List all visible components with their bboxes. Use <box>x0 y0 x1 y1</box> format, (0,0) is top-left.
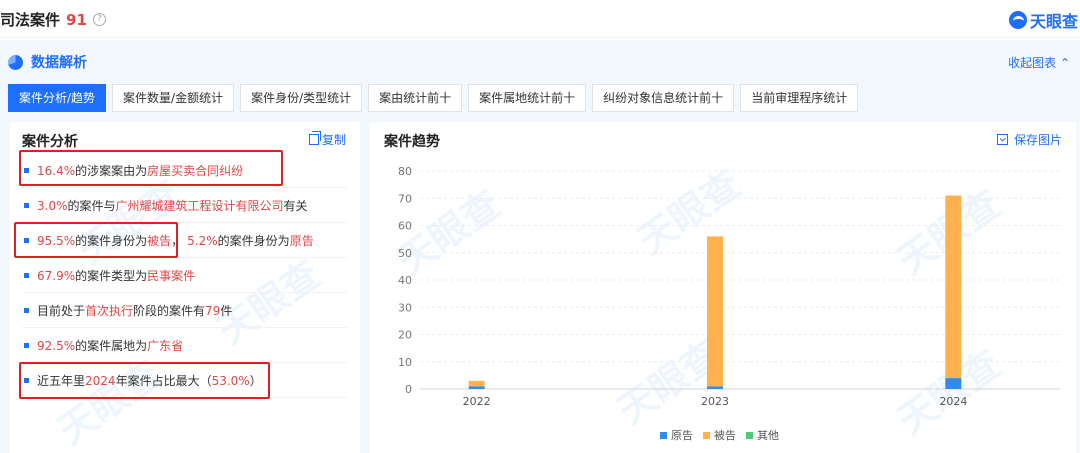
tianyancha-logo-icon <box>1008 11 1027 29</box>
analysis-item-related-company: 3.0% 的案件与 广州耀城建筑工程设计有限公司 有关 <box>22 189 348 223</box>
panel-header: 数据解析 <box>8 52 87 72</box>
bullet-icon <box>24 343 29 348</box>
y-tick-label: 0 <box>405 383 412 396</box>
annotation-box <box>14 222 178 258</box>
legend-label: 其他 <box>757 429 779 442</box>
y-tick-label: 10 <box>398 356 412 369</box>
stat-text: 阶段的案件有 <box>133 304 206 318</box>
tab-case-analysis-trend[interactable]: 案件分析/趋势 <box>8 84 107 112</box>
stat-text: 目前处于 <box>37 304 86 318</box>
y-tick-label: 80 <box>398 165 412 178</box>
stat-text: 的案件与 <box>67 199 116 213</box>
annotation-box <box>19 362 270 399</box>
legend-swatch <box>703 432 710 439</box>
bullet-icon <box>24 203 29 208</box>
copy-button[interactable]: 复制 <box>308 131 346 148</box>
x-tick-label: 2024 <box>939 395 967 408</box>
tab-dispute-party-top10[interactable]: 纠纷对象信息统计前十 <box>592 84 735 112</box>
case-analysis-card: 天眼查 天眼查 天眼查 案件分析 复制 16.4% 的涉案案由为 房屋买卖合同纠… <box>10 122 360 453</box>
annotation-box <box>19 150 283 186</box>
legend-swatch <box>660 432 667 439</box>
stat-value-link[interactable]: 民事案件 <box>147 267 195 284</box>
collapse-chart-button[interactable]: 收起图表 ⌃ <box>1008 54 1070 71</box>
pie-chart-icon <box>8 54 23 70</box>
stat-percent: 5.2% <box>187 233 218 248</box>
y-tick-label: 40 <box>398 274 412 287</box>
bar-被告 <box>468 380 485 387</box>
page-title: 司法案件 91 ? <box>0 9 106 30</box>
tab-case-identity-type[interactable]: 案件身份/类型统计 <box>240 84 363 112</box>
brand-logo[interactable]: 天眼查 <box>1008 8 1078 32</box>
stat-text: 的案件身份为 <box>217 234 290 248</box>
legend-swatch <box>746 432 753 439</box>
tab-current-procedure[interactable]: 当前审理程序统计 <box>740 84 859 112</box>
company-link[interactable]: 广州耀城建筑工程设计有限公司 <box>116 197 284 214</box>
stat-percent: 67.9% <box>37 268 76 283</box>
stat-percent: 3.0% <box>37 198 68 213</box>
tab-case-count-amount[interactable]: 案件数量/金额统计 <box>112 84 235 112</box>
legend-label: 原告 <box>671 429 693 442</box>
top-bar: 司法案件 91 ? 天眼查 <box>0 0 1080 38</box>
x-tick-label: 2022 <box>463 395 491 408</box>
tab-case-region-top10[interactable]: 案件属地统计前十 <box>468 84 587 112</box>
tab-bar: 案件分析/趋势 案件数量/金额统计 案件身份/类型统计 案由统计前十 案件属地统… <box>8 84 864 112</box>
tab-case-cause-top10[interactable]: 案由统计前十 <box>368 84 463 112</box>
case-analysis-title: 案件分析 <box>22 134 78 150</box>
legend-label: 被告 <box>714 429 736 442</box>
bar-原告 <box>707 386 723 389</box>
stat-value-link[interactable]: 原告 <box>290 232 314 249</box>
stat-text: 的案件类型为 <box>75 269 148 283</box>
chevron-up-icon: ⌃ <box>1059 56 1070 70</box>
page-title-text: 司法案件 <box>0 11 61 29</box>
y-tick-label: 70 <box>398 192 412 205</box>
bar-原告 <box>945 378 962 389</box>
analysis-item-procedure-stage: 目前处于 首次执行 阶段的案件有 79 件 <box>22 294 348 328</box>
y-tick-label: 20 <box>398 329 412 342</box>
stat-text: 的案件属地为 <box>75 339 148 353</box>
panel-title: 数据解析 <box>31 55 87 71</box>
stat-text: 件 <box>220 304 233 318</box>
collapse-label: 收起图表 <box>1008 56 1057 70</box>
copy-label: 复制 <box>321 133 346 147</box>
y-tick-label: 50 <box>398 247 412 260</box>
brand-text: 天眼查 <box>1029 12 1078 31</box>
y-tick-label: 60 <box>398 220 412 233</box>
stat-percent: 92.5% <box>37 338 76 353</box>
stat-value-link[interactable]: 首次执行 <box>85 302 133 319</box>
stat-value-link[interactable]: 广东省 <box>147 337 183 354</box>
x-tick-label: 2023 <box>701 395 729 408</box>
bar-被告 <box>707 236 723 387</box>
stat-text: 有关 <box>283 199 308 213</box>
case-trend-chart: 0 10 20 30 40 50 60 70 80 2022 2023 2024 原告 被告 其他 <box>398 165 1060 442</box>
question-icon[interactable]: ? <box>92 13 106 26</box>
bar-被告 <box>945 195 962 379</box>
analysis-item-case-type: 67.9% 的案件类型为 民事案件 <box>22 259 348 293</box>
bullet-icon <box>24 308 29 313</box>
copy-icon <box>308 131 321 145</box>
stat-count: 79 <box>205 303 221 318</box>
case-trend-card: 天眼查 天眼查 天眼查 天眼查 天眼查 案件趋势 保存图片 0102030405… <box>370 122 1076 453</box>
bullet-icon <box>24 273 29 278</box>
analysis-item-region: 92.5% 的案件属地为 广东省 <box>22 329 348 363</box>
y-tick-label: 30 <box>398 301 412 314</box>
bar-原告 <box>468 386 485 389</box>
case-count: 91 <box>66 10 87 29</box>
